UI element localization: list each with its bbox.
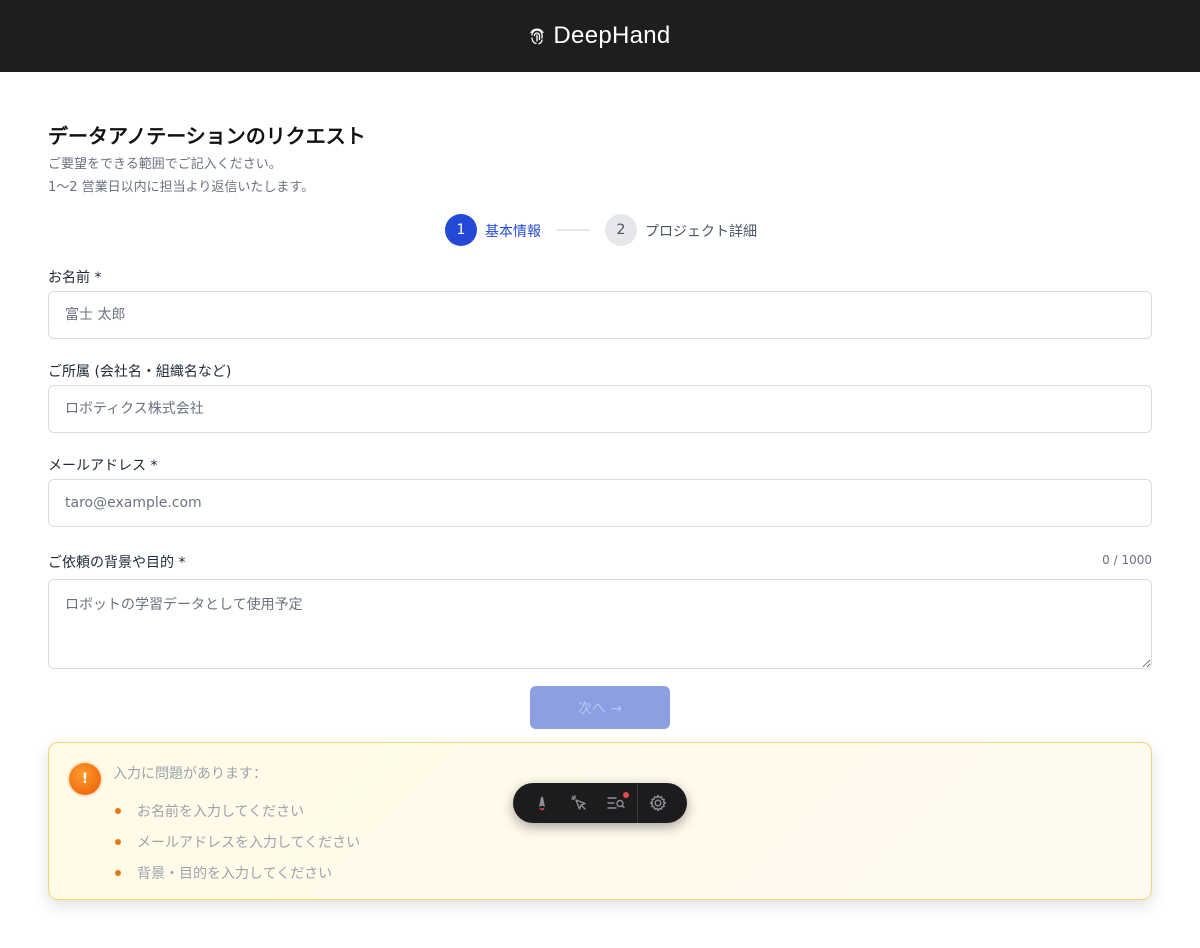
step-2-label: プロジェクト詳細 [645, 224, 757, 240]
page-title: データアノテーションのリクエスト [48, 124, 366, 148]
step-1-indicator: 1 [445, 214, 477, 246]
astro-icon [538, 797, 545, 811]
purpose-textarea[interactable] [48, 579, 1152, 669]
audit-button[interactable] [598, 783, 635, 823]
settings-gear-icon [650, 794, 667, 812]
page-subtitle: ご要望をできる範囲でご記入ください。 [48, 157, 282, 172]
error-text: お名前を入力してください [137, 803, 305, 820]
alert-title: 入力に問題があります： [113, 766, 267, 782]
name-input[interactable] [48, 291, 1152, 339]
name-label: お名前 * [48, 270, 102, 286]
dev-toolbar [513, 783, 687, 823]
bullet-icon [115, 838, 121, 845]
email-label: メールアドレス * [48, 458, 158, 474]
exclamation-icon: ! [69, 763, 101, 795]
error-item: メールアドレスを入力してください [113, 826, 360, 857]
astro-menu-button[interactable] [523, 783, 560, 823]
notification-dot [622, 792, 629, 798]
step-connector [556, 229, 590, 231]
step-1-label: 基本情報 [485, 224, 541, 240]
stepper: 1 基本情報 2 プロジェクト詳細 [48, 213, 1152, 247]
email-input[interactable] [48, 479, 1152, 527]
step-2-indicator: 2 [605, 214, 637, 246]
top-header: DeepHand [0, 0, 1200, 72]
settings-button[interactable] [640, 783, 677, 823]
page-subtitle-2: 1〜2 営業日以内に担当より返信いたします。 [48, 180, 315, 195]
next-button[interactable]: 次へ → [530, 686, 670, 729]
error-list: お名前を入力してください メールアドレスを入力してください 背景・目的を入力して… [113, 795, 360, 888]
character-counter: 0 / 1000 [1102, 553, 1152, 567]
toolbar-divider [636, 783, 638, 823]
error-item: お名前を入力してください [113, 795, 360, 826]
purpose-label: ご依頼の背景や目的 * [48, 555, 186, 571]
error-text: 背景・目的を入力してください [137, 865, 333, 882]
inspect-cursor-icon [571, 795, 586, 810]
inspect-button[interactable] [560, 783, 597, 823]
bullet-icon [115, 869, 121, 876]
error-text: メールアドレスを入力してください [137, 834, 361, 851]
error-item: 背景・目的を入力してください [113, 857, 360, 888]
affiliation-label: ご所属 (会社名・組織名など) [48, 364, 232, 380]
bullet-icon [115, 807, 121, 814]
fingerprint-icon [530, 28, 545, 45]
brand-name[interactable]: DeepHand [553, 22, 670, 50]
affiliation-input[interactable] [48, 385, 1152, 433]
